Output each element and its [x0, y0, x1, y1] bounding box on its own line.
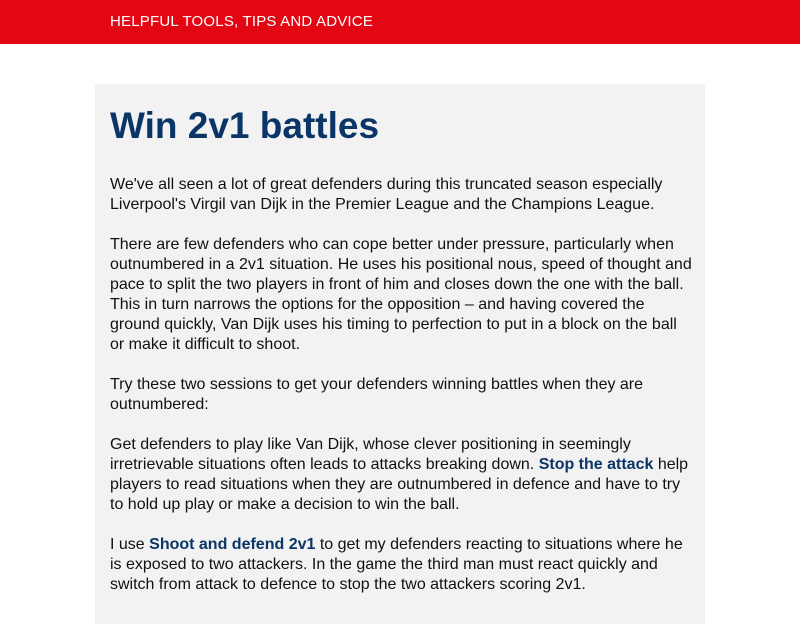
paragraph-shoot-and-defend: I use Shoot and defend 2v1 to get my def…: [110, 535, 695, 595]
paragraph-intro: We've all seen a lot of great defenders …: [110, 176, 663, 213]
shoot-and-defend-link[interactable]: Shoot and defend 2v1: [149, 536, 315, 553]
paragraph-text: I use: [110, 536, 150, 553]
paragraph-sessions-intro: Try these two sessions to get your defen…: [110, 376, 644, 413]
site-tagline: HELPFUL TOOLS, TIPS AND ADVICE: [110, 13, 374, 30]
article-body: We've all seen a lot of great defenders …: [110, 175, 695, 615]
paragraph-stop-the-attack: Get defenders to play like Van Dijk, who…: [110, 435, 695, 515]
article-card: Win 2v1 battles We've all seen a lot of …: [95, 84, 705, 624]
paragraph-van-dijk: There are few defenders who can cope bet…: [110, 236, 692, 353]
stop-the-attack-link[interactable]: Stop the attack: [539, 456, 654, 473]
article-title: Win 2v1 battles: [110, 105, 380, 146]
top-banner: HELPFUL TOOLS, TIPS AND ADVICE: [0, 0, 800, 44]
